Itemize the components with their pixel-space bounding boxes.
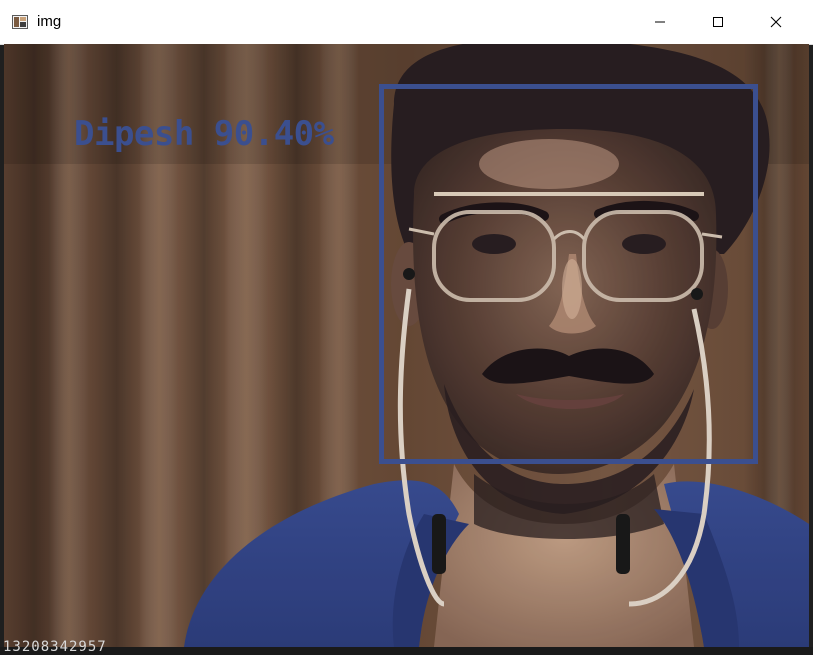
face-detection-box — [379, 84, 758, 464]
window-title: img — [37, 13, 62, 30]
camera-frame: Dipesh 90.40% — [4, 44, 809, 647]
face-recognition-label: Dipesh 90.40% — [74, 114, 334, 154]
title-bar[interactable]: img — [0, 0, 813, 45]
bottom-border — [0, 647, 813, 655]
maximize-icon — [713, 17, 723, 27]
close-button[interactable] — [747, 0, 805, 44]
minimize-button[interactable] — [631, 0, 689, 44]
opencv-image-window: img Dipesh 90.40% 13208342957 — [0, 0, 813, 655]
maximize-button[interactable] — [689, 0, 747, 44]
minimize-icon — [655, 21, 665, 23]
opencv-window-icon — [12, 15, 28, 29]
status-readout: 13208342957 — [3, 639, 107, 655]
close-icon — [770, 16, 782, 28]
